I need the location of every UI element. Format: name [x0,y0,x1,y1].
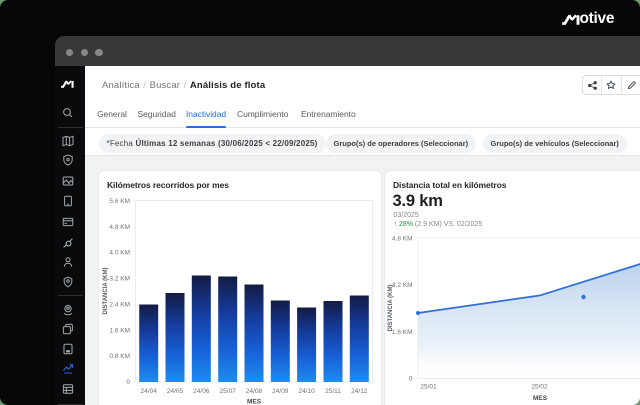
svg-text:0: 0 [126,379,130,386]
svg-text:3.2 KM: 3.2 KM [109,275,130,282]
svg-text:24/12: 24/12 [351,388,368,395]
svg-text:MES: MES [532,395,547,402]
svg-text:4.8 KM: 4.8 KM [391,235,412,242]
svg-text:24/05: 24/05 [166,388,183,395]
svg-text:MES: MES [246,398,261,405]
svg-text:24/08: 24/08 [245,388,262,395]
svg-text:DISTANCIA (KM): DISTANCIA (KM) [103,267,109,314]
svg-text:24/04: 24/04 [140,388,157,395]
svg-text:3.2 KM: 3.2 KM [391,282,412,289]
svg-text:4.0 KM: 4.0 KM [109,249,130,256]
svg-text:2.4 KM: 2.4 KM [109,301,130,308]
svg-text:24/10: 24/10 [298,388,315,395]
svg-text:24/06: 24/06 [193,388,210,395]
svg-text:24/09: 24/09 [272,388,289,395]
svg-text:5.6 KM: 5.6 KM [109,198,130,205]
svg-text:4.8 KM: 4.8 KM [109,223,130,230]
svg-text:0.8 KM: 0.8 KM [109,353,130,360]
svg-text:25/02: 25/02 [531,383,548,390]
svg-text:1.6 KM: 1.6 KM [391,328,412,335]
svg-text:25/11: 25/11 [325,388,341,395]
svg-text:1.6 KM: 1.6 KM [109,327,130,334]
svg-text:25/07: 25/07 [219,388,236,395]
svg-text:25/01: 25/01 [420,383,437,390]
svg-text:DISTANCIA (KM): DISTANCIA (KM) [388,284,394,331]
svg-text:0: 0 [408,375,412,382]
